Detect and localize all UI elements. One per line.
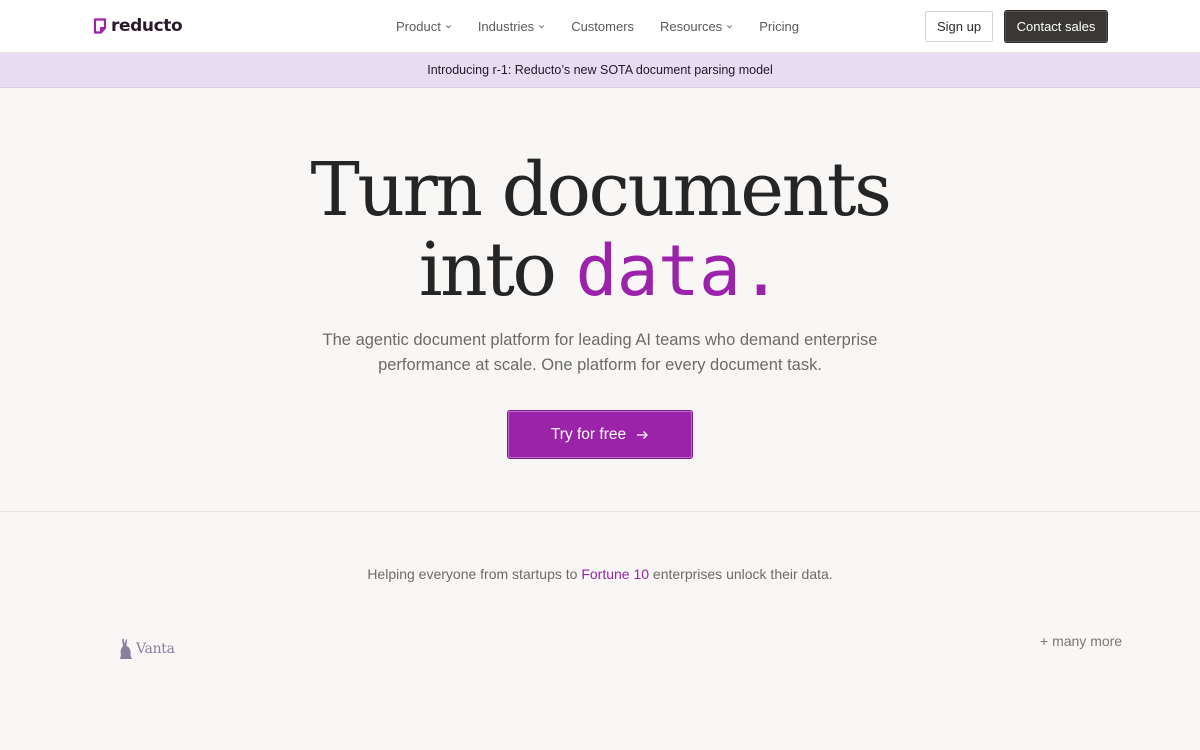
main-menu: Product Industries Customers Resources P… xyxy=(396,0,799,53)
section-divider xyxy=(0,511,1200,512)
hero-title: Turn documents into data. xyxy=(0,150,1200,311)
nav-item-label: Product xyxy=(396,19,441,34)
nav-item-customers[interactable]: Customers xyxy=(571,19,634,34)
nav-item-industries[interactable]: Industries xyxy=(478,19,545,34)
hero-subtitle: The agentic document platform for leadin… xyxy=(322,331,878,374)
hero-title-line-2-prefix: into xyxy=(418,227,576,313)
arrow-right-icon xyxy=(637,430,649,439)
nav-item-label: Customers xyxy=(571,19,635,34)
nav-item-label: Industries xyxy=(477,19,535,34)
many-more-label: + many more xyxy=(1040,633,1123,649)
vanta-wordmark: Vanta xyxy=(136,641,175,657)
hero-title-line-1: Turn documents xyxy=(310,147,892,233)
nav-item-resources[interactable]: Resources xyxy=(660,19,733,34)
chevron-down-icon xyxy=(445,25,451,29)
trust-highlight: Fortune 10 xyxy=(581,566,650,582)
hero-title-highlight: data. xyxy=(575,230,782,312)
chevron-down-icon xyxy=(727,25,733,29)
vanta-logo: Vanta xyxy=(118,636,175,662)
nav-item-label: Pricing xyxy=(759,19,799,34)
cta-label: Try for free xyxy=(550,425,627,443)
chevron-down-icon xyxy=(539,25,545,29)
try-for-free-button[interactable]: Try for free xyxy=(508,411,692,458)
nav-item-label: Resources xyxy=(660,19,723,34)
nav-item-product[interactable]: Product xyxy=(396,19,452,34)
logo-wordmark: reducto xyxy=(111,16,183,36)
trust-statement: Helping everyone from startups to Fortun… xyxy=(0,566,1200,582)
top-navigation: reducto Product Industries Customers Res… xyxy=(0,0,1200,53)
contact-sales-button[interactable]: Contact sales xyxy=(1005,11,1107,42)
reducto-logo[interactable]: reducto xyxy=(93,15,183,37)
trust-suffix: enterprises unlock their data. xyxy=(649,566,833,582)
logo-mark-icon xyxy=(93,18,107,34)
announcement-text: Introducing r‑1: Reducto’s new SOTA docu… xyxy=(427,63,773,77)
nav-item-pricing[interactable]: Pricing xyxy=(759,19,799,34)
trust-prefix: Helping everyone from startups to xyxy=(367,566,582,582)
vanta-rabbit-icon xyxy=(120,638,132,659)
announcement-banner[interactable]: Introducing r‑1: Reducto’s new SOTA docu… xyxy=(0,53,1200,88)
sign-up-button[interactable]: Sign up xyxy=(925,11,993,42)
